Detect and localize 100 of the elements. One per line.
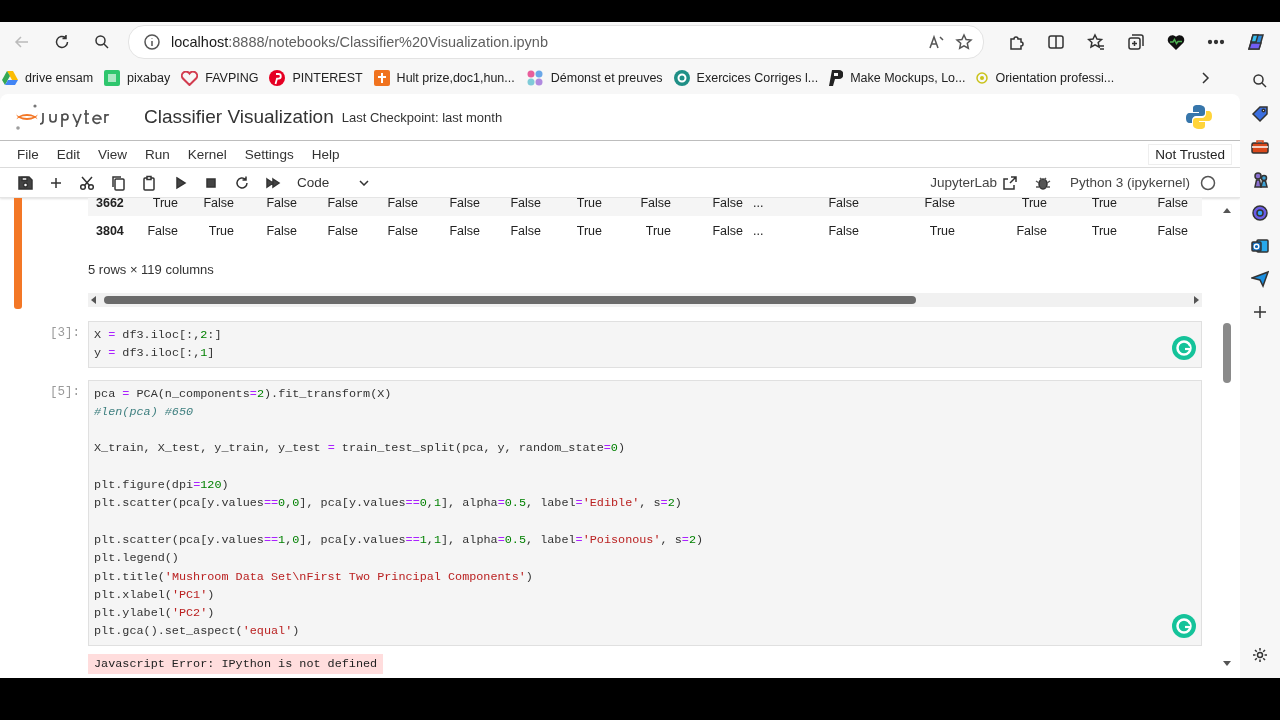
kernel-name[interactable]: Python 3 (ipykernel) bbox=[1069, 175, 1190, 190]
table-cell-text: False bbox=[639, 198, 671, 210]
puzzle-icon[interactable] bbox=[1007, 33, 1025, 51]
table-cell-text: ... bbox=[752, 224, 765, 238]
external-link-icon bbox=[1000, 173, 1019, 192]
table-cell-text: False bbox=[202, 198, 234, 210]
row-index: 3804 bbox=[95, 224, 125, 238]
checkpoint-text: Last Checkpoint: last month bbox=[341, 109, 504, 125]
jupyterlab-link[interactable]: JupyterLab bbox=[930, 173, 1019, 192]
cell-type-select[interactable]: Code bbox=[291, 175, 376, 190]
toolbox-icon[interactable] bbox=[1251, 138, 1269, 156]
error-output: Javascript Error: IPython is not defined bbox=[88, 653, 384, 674]
table-cell-text: True bbox=[207, 224, 234, 238]
menu-item[interactable]: Settings bbox=[235, 146, 303, 162]
code-line: X_train, X_test, y_train, y_test = train_test_split(pca, y, random_state=0) bbox=[94, 440, 626, 458]
scrollbar-thumb[interactable] bbox=[1223, 323, 1231, 383]
heart-icon bbox=[181, 70, 199, 86]
code-line: plt.legend() bbox=[94, 550, 180, 568]
pinterest-icon bbox=[269, 70, 286, 86]
table-cell-text: True bbox=[575, 224, 602, 238]
search-icon[interactable] bbox=[1251, 72, 1269, 90]
table-cell-text: True bbox=[575, 198, 602, 210]
bookmark[interactable]: drive ensam bbox=[0, 71, 103, 85]
bookmark[interactable]: PINTEREST bbox=[267, 70, 372, 86]
menu-item[interactable]: View bbox=[89, 146, 137, 162]
scroll-up-icon[interactable] bbox=[1222, 206, 1232, 214]
menu-item[interactable]: Kernel bbox=[178, 146, 236, 162]
table-cell-text: False bbox=[827, 198, 859, 210]
settings-icon[interactable] bbox=[1251, 646, 1269, 664]
code-cell[interactable] bbox=[88, 379, 1202, 646]
bookmark[interactable]: FAVPING bbox=[179, 70, 268, 86]
table-cell-text: True bbox=[1090, 224, 1117, 238]
split-screen-icon[interactable] bbox=[1047, 33, 1065, 51]
table-cell-text: True bbox=[151, 198, 178, 210]
table-cell-text: False bbox=[1015, 224, 1047, 238]
circle-icon[interactable] bbox=[1251, 204, 1269, 222]
trust-indicator[interactable]: Not Trusted bbox=[1148, 143, 1232, 165]
heart-pulse-icon[interactable] bbox=[1167, 33, 1185, 51]
read-aloud-icon[interactable] bbox=[927, 33, 945, 51]
send-icon[interactable] bbox=[1251, 270, 1269, 288]
code-line: plt.figure(dpi=120) bbox=[94, 477, 230, 495]
cell-prompt: [5]: bbox=[49, 383, 81, 401]
bookmark[interactable]: Make Mockups, Lo... bbox=[827, 70, 975, 86]
table-cell-text: False bbox=[711, 224, 743, 238]
code-line: plt.scatter(pca[y.values==1,0], pca[y.values==1,1], alpha=0.5, label='Poisonous', s=2) bbox=[94, 531, 705, 549]
table-cell-text: False bbox=[326, 198, 358, 210]
scrollbar-thumb[interactable] bbox=[104, 296, 916, 304]
table-cell-text: False bbox=[448, 198, 480, 210]
menu-item[interactable]: Run bbox=[136, 146, 179, 162]
jupyter-logo-icon bbox=[14, 103, 40, 131]
table-cell-text: ... bbox=[752, 198, 765, 210]
tag-icon[interactable] bbox=[1251, 105, 1269, 123]
outlook-icon[interactable] bbox=[1251, 237, 1269, 255]
star-icon[interactable] bbox=[955, 33, 973, 51]
table-cell-text: False bbox=[509, 224, 541, 238]
table-cell-text: False bbox=[265, 198, 297, 210]
bookmark[interactable]: pixabay bbox=[102, 70, 180, 86]
refresh-icon[interactable] bbox=[53, 33, 71, 51]
bookmark[interactable]: Hult prize,doc1,hun... bbox=[371, 70, 524, 86]
chevron-down-icon bbox=[359, 179, 370, 186]
row-index: 3662 bbox=[95, 198, 125, 210]
code-line: pca = PCA(n_components=2).fit_transform(X) bbox=[94, 385, 393, 403]
cell-prompt: [3]: bbox=[49, 325, 81, 342]
table-cell-text: True bbox=[1020, 198, 1047, 210]
cluster-icon bbox=[525, 70, 544, 86]
ring-icon bbox=[673, 70, 690, 86]
menu-item[interactable]: Help bbox=[302, 146, 349, 162]
notebook-title[interactable]: Classifier Visualization bbox=[144, 106, 334, 128]
plus-square-icon bbox=[373, 70, 390, 86]
code-cell[interactable]: X = df3.iloc[:,2:] y = df3.iloc[:,1] bbox=[88, 321, 1202, 368]
code-line: X = df3.iloc[:,2:] bbox=[94, 327, 223, 344]
table-cell-text: False bbox=[146, 224, 178, 238]
pixabay-icon bbox=[104, 70, 121, 86]
table-cell-text: False bbox=[326, 224, 358, 238]
bookmark[interactable]: Orientation professi... bbox=[974, 71, 1124, 85]
favorites-icon[interactable] bbox=[1087, 33, 1105, 51]
save-icon[interactable] bbox=[15, 173, 34, 192]
info-icon bbox=[143, 33, 161, 51]
horizontal-scrollbar[interactable] bbox=[88, 293, 1202, 307]
code-line: y = df3.iloc[:,1] bbox=[94, 345, 216, 363]
add-icon[interactable] bbox=[1251, 303, 1269, 321]
scroll-down-icon[interactable] bbox=[1222, 660, 1232, 668]
bookmark[interactable]: Exercices Corriges l... bbox=[671, 70, 828, 86]
collections-icon[interactable] bbox=[1127, 33, 1145, 51]
dot-icon bbox=[976, 72, 989, 84]
menu-item[interactable]: Edit bbox=[47, 146, 90, 162]
menu-item[interactable]: File bbox=[8, 146, 48, 162]
table-cell-text: False bbox=[827, 224, 859, 238]
code-line: plt.xlabel('PC1') bbox=[94, 586, 216, 604]
copilot-icon[interactable] bbox=[1245, 31, 1267, 53]
bookmark[interactable]: Démonst et preuves bbox=[523, 70, 672, 86]
table-summary: 5 rows × 119 columns bbox=[88, 262, 215, 277]
table-cell-text: True bbox=[1090, 198, 1117, 210]
table-cell-text: False bbox=[923, 198, 955, 210]
table-cell-text: False bbox=[711, 198, 743, 210]
search-icon[interactable] bbox=[93, 33, 111, 51]
table-cell-text: False bbox=[1156, 198, 1188, 210]
table-cell-text: True bbox=[644, 224, 671, 238]
table-cell-text: False bbox=[448, 224, 480, 238]
python-logo-icon bbox=[1186, 104, 1212, 130]
